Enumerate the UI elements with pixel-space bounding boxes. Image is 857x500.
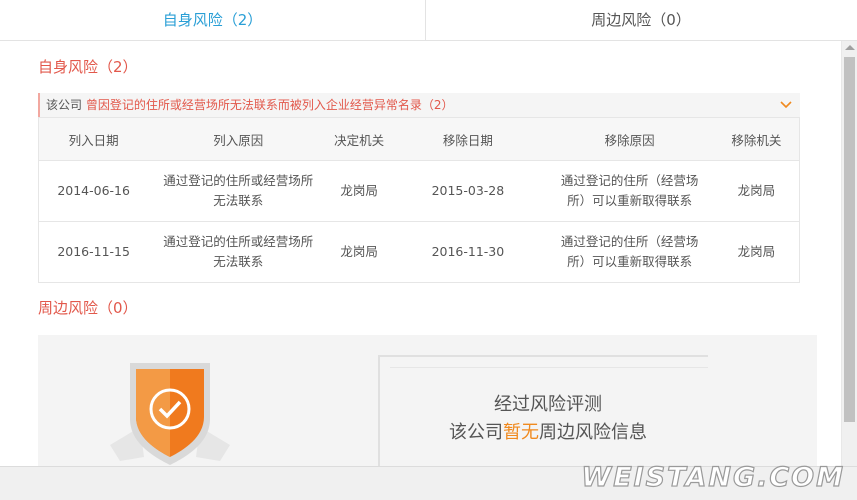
col-remove-authority: 移除机关 [713,117,800,161]
cell-list-reason: 通过登记的住所或经营场所无法联系 [163,234,314,269]
watermark: WEISTANG.COM [581,461,845,493]
empty-state-panel: 经过风险评测 该公司暂无周边风险信息 [38,335,817,466]
cell-remove-date: 2015-03-28 [390,160,546,222]
cell-remove-authority: 龙岗局 [713,160,800,222]
cell-remove-reason: 通过登记的住所（经营场所）可以重新取得联系 [560,173,699,208]
frame-divider [390,367,708,368]
cell-remove-reason: 通过登记的住所（经营场所）可以重新取得联系 [560,234,699,269]
scroll-thumb[interactable] [844,57,855,422]
empty-line-2-pre: 该公司 [449,422,503,443]
scroll-up-arrow[interactable] [845,45,855,50]
empty-line-2: 该公司暂无周边风险信息 [418,419,678,447]
risk-description: 曾因登记的住所或经营场所无法联系而被列入企业经营异常名录（2） [85,98,454,112]
cell-list-date: 2016-11-15 [38,221,149,283]
col-remove-date: 移除日期 [390,117,546,161]
empty-line-1: 经过风险评测 [494,394,602,415]
col-list-reason: 列入原因 [148,117,329,161]
vertical-scrollbar[interactable] [841,41,857,466]
empty-state-message: 经过风险评测 该公司暂无周边风险信息 [418,391,678,447]
risk-subject: 该公司 [46,98,83,112]
col-list-date: 列入日期 [38,117,149,161]
table-header-row: 列入日期 列入原因 决定机关 移除日期 移除原因 移除机关 [38,117,800,161]
cell-authority: 龙岗局 [328,221,391,283]
cell-remove-authority: 龙岗局 [713,221,800,283]
tab-nearby-risk[interactable]: 周边风险（0） [426,0,856,40]
empty-highlight: 暂无 [503,422,539,443]
shield-check-icon [110,363,230,465]
cell-list-reason: 通过登记的住所或经营场所无法联系 [163,173,314,208]
risk-table: 列入日期 列入原因 决定机关 移除日期 移除原因 移除机关 2014-06-16… [38,117,800,283]
nearby-risk-title: 周边风险（0） [38,299,138,317]
self-risk-title: 自身风险（2） [38,58,138,76]
cell-remove-date: 2016-11-30 [390,221,546,283]
table-row: 2014-06-16 通过登记的住所或经营场所无法联系 龙岗局 2015-03-… [38,160,800,222]
cell-list-date: 2014-06-16 [38,160,149,222]
tab-self-risk[interactable]: 自身风险（2） [0,0,426,40]
table-row: 2016-11-15 通过登记的住所或经营场所无法联系 龙岗局 2016-11-… [38,221,800,283]
chevron-down-icon[interactable] [778,97,794,113]
risk-tabs: 自身风险（2） 周边风险（0） [0,0,857,41]
col-authority: 决定机关 [328,117,391,161]
empty-line-2-post: 周边风险信息 [539,422,647,443]
content-area: 自身风险（2） 该公司 曾因登记的住所或经营场所无法联系而被列入企业经营异常名录… [0,41,841,466]
col-remove-reason: 移除原因 [545,117,714,161]
risk-group-header[interactable]: 该公司 曾因登记的住所或经营场所无法联系而被列入企业经营异常名录（2） [38,93,800,117]
cell-authority: 龙岗局 [328,160,391,222]
